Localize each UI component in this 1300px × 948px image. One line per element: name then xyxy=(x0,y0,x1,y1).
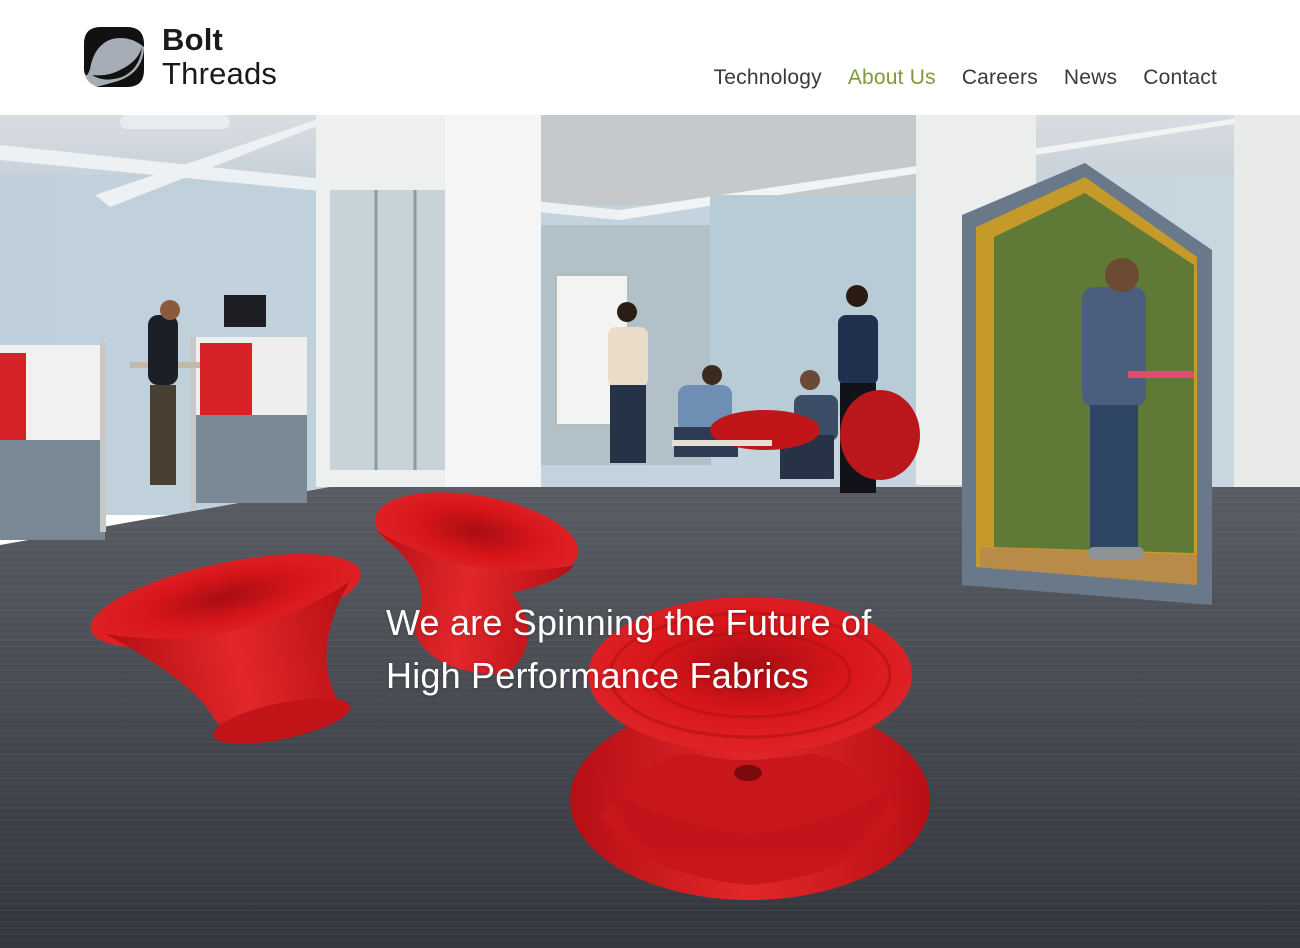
brand-wordmark: Bolt Threads xyxy=(162,24,277,89)
hero-headline-line-2: High Performance Fabrics xyxy=(386,655,809,696)
hero-headline-line-1: We are Spinning the Future of xyxy=(386,602,872,643)
hero-headline: We are Spinning the Future of High Perfo… xyxy=(386,596,946,702)
bolt-threads-logo-icon xyxy=(84,27,144,87)
nav-careers[interactable]: Careers xyxy=(962,66,1038,90)
office-interior-photo xyxy=(0,115,1300,948)
nav-technology[interactable]: Technology xyxy=(714,66,822,90)
brand-word-threads: Threads xyxy=(162,56,278,91)
brand-word-bolt: Bolt xyxy=(162,22,224,57)
nav-news[interactable]: News xyxy=(1064,66,1117,90)
nav-about-us[interactable]: About Us xyxy=(848,66,936,90)
brand-logo[interactable]: Bolt Threads xyxy=(82,24,277,89)
main-nav: Technology About Us Careers News Contact xyxy=(714,66,1217,90)
nav-contact[interactable]: Contact xyxy=(1143,66,1217,90)
hero-section: We are Spinning the Future of High Perfo… xyxy=(0,115,1300,948)
site-header: Bolt Threads Technology About Us Careers… xyxy=(0,0,1300,115)
